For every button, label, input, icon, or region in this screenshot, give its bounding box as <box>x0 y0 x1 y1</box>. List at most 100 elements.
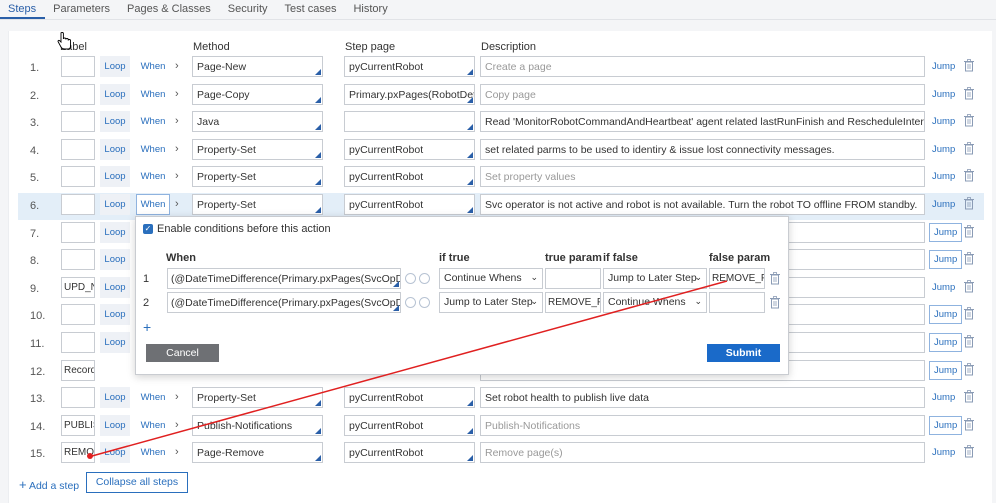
step-page-input[interactable]: pyCurrentRobot <box>344 138 475 160</box>
trash-icon[interactable] <box>964 335 974 348</box>
trash-icon[interactable] <box>964 59 974 72</box>
trash-icon[interactable] <box>770 272 780 285</box>
description-input[interactable]: Publish-Notifications <box>480 414 925 436</box>
when-condition-input[interactable]: (@DateTimeDifference(Primary.pxPages(Svc… <box>167 292 401 313</box>
step-page-input[interactable]: pyCurrentRobot <box>344 442 475 464</box>
trash-icon[interactable] <box>964 307 974 320</box>
tab-history[interactable]: History <box>345 3 396 19</box>
step-label-input[interactable] <box>61 166 95 188</box>
jump-button[interactable]: Jump <box>929 305 963 325</box>
step-label-input[interactable] <box>61 221 95 243</box>
method-input[interactable]: Page-New <box>192 56 323 77</box>
false-param-input[interactable] <box>709 292 765 313</box>
tab-pages-classes[interactable]: Pages & Classes <box>119 3 220 19</box>
tab-steps[interactable]: Steps <box>0 3 46 19</box>
loop-button[interactable]: Loop <box>100 221 130 243</box>
gear-icon[interactable] <box>419 297 430 308</box>
trash-icon[interactable] <box>964 169 974 182</box>
step-page-input[interactable]: Primary.pxPages(RobotDeta <box>344 83 475 105</box>
method-input[interactable]: Java <box>192 111 323 133</box>
jump-button[interactable]: Jump <box>929 360 963 380</box>
jump-button[interactable]: Jump <box>932 171 955 182</box>
chevron-right-icon[interactable]: › <box>175 115 179 127</box>
loop-button[interactable]: Loop <box>100 249 130 271</box>
trash-icon[interactable] <box>964 279 974 293</box>
when-button[interactable]: When <box>136 194 170 215</box>
tab-security[interactable]: Security <box>220 3 277 19</box>
false-param-input[interactable]: REMOVE_P... <box>709 268 765 289</box>
true-param-input[interactable]: REMOVE_P... <box>545 292 601 313</box>
collapse-all-steps-button[interactable]: Collapse all steps <box>86 472 188 493</box>
description-input[interactable]: Read 'MonitorRobotCommandAndHeartbeat' a… <box>480 111 925 133</box>
loop-button[interactable]: Loop <box>100 332 130 353</box>
description-input[interactable]: Set property values <box>480 166 925 188</box>
step-label-input[interactable] <box>61 194 95 215</box>
loop-button[interactable]: Loop <box>100 194 130 215</box>
method-input[interactable]: Property-Set <box>192 138 323 160</box>
method-input[interactable]: Page-Copy <box>192 83 323 105</box>
chevron-right-icon[interactable]: › <box>175 170 179 182</box>
true-param-input[interactable] <box>545 268 601 289</box>
trash-icon[interactable] <box>964 445 974 458</box>
jump-button[interactable]: Jump <box>932 61 955 72</box>
if-false-select[interactable]: Continue Whens ⌄ <box>603 292 707 313</box>
description-input[interactable]: Copy page <box>480 83 925 105</box>
if-true-select[interactable]: Continue Whens ⌄ <box>439 268 543 289</box>
gear-icon[interactable] <box>419 273 430 284</box>
jump-button[interactable]: Jump <box>932 116 955 127</box>
jump-button[interactable]: Jump <box>932 392 955 403</box>
loop-button[interactable]: Loop <box>100 442 130 464</box>
loop-button[interactable]: Loop <box>100 276 130 298</box>
cancel-button[interactable]: Cancel <box>146 344 219 362</box>
chevron-right-icon[interactable]: › <box>175 88 179 100</box>
chevron-right-icon[interactable]: › <box>175 446 179 458</box>
step-page-input[interactable]: pyCurrentRobot <box>344 194 475 215</box>
jump-button[interactable]: Jump <box>932 144 955 155</box>
when-button[interactable]: When <box>136 387 170 408</box>
step-label-input[interactable] <box>61 111 95 133</box>
step-label-input[interactable] <box>61 83 95 105</box>
step-label-input[interactable]: PUBLIS <box>61 414 95 436</box>
loop-button[interactable]: Loop <box>100 138 130 160</box>
when-button[interactable]: When <box>136 166 170 187</box>
when-button[interactable]: When <box>136 139 170 160</box>
step-label-input[interactable]: Record <box>61 359 95 381</box>
step-label-input[interactable] <box>61 332 95 353</box>
step-label-input[interactable] <box>61 138 95 160</box>
description-input[interactable]: Remove page(s) <box>480 442 925 464</box>
description-input[interactable]: Create a page <box>480 56 925 77</box>
trash-icon[interactable] <box>964 224 974 238</box>
jump-button[interactable]: Jump <box>932 282 955 293</box>
chevron-right-icon[interactable]: › <box>175 60 179 72</box>
description-input[interactable]: Set robot health to publish live data <box>480 387 925 409</box>
loop-button[interactable]: Loop <box>100 304 130 326</box>
if-true-select[interactable]: Jump to Later Step ⌄ <box>439 292 543 313</box>
method-input[interactable]: Property-Set <box>192 387 323 409</box>
step-label-input[interactable]: UPD_N <box>61 276 95 298</box>
trash-icon[interactable] <box>964 114 974 127</box>
jump-button[interactable]: Jump <box>932 89 955 100</box>
if-false-select[interactable]: Jump to Later Step ⌄ <box>603 268 707 289</box>
loop-button[interactable]: Loop <box>100 414 130 436</box>
loop-button[interactable]: Loop <box>100 387 130 409</box>
trash-icon[interactable] <box>964 417 974 431</box>
chevron-right-icon[interactable]: › <box>175 391 179 403</box>
when-button[interactable]: When <box>136 111 170 132</box>
step-page-input[interactable] <box>344 111 475 133</box>
add-condition-icon[interactable]: + <box>143 319 151 335</box>
step-label-input[interactable]: REMO <box>61 442 95 464</box>
step-page-input[interactable]: pyCurrentRobot <box>344 56 475 77</box>
loop-button[interactable]: Loop <box>100 56 130 77</box>
when-button[interactable]: When <box>136 84 170 105</box>
when-button[interactable]: When <box>136 56 170 77</box>
method-input[interactable]: Property-Set <box>192 194 323 215</box>
loop-button[interactable]: Loop <box>100 111 130 133</box>
chevron-right-icon[interactable]: › <box>175 143 179 155</box>
step-page-input[interactable]: pyCurrentRobot <box>344 166 475 188</box>
loop-button[interactable]: Loop <box>100 166 130 188</box>
trash-icon[interactable] <box>964 362 974 376</box>
chevron-right-icon[interactable]: › <box>175 198 179 210</box>
chevron-right-icon[interactable]: › <box>175 419 179 431</box>
submit-button[interactable]: Submit <box>707 344 780 362</box>
step-label-input[interactable] <box>61 387 95 409</box>
